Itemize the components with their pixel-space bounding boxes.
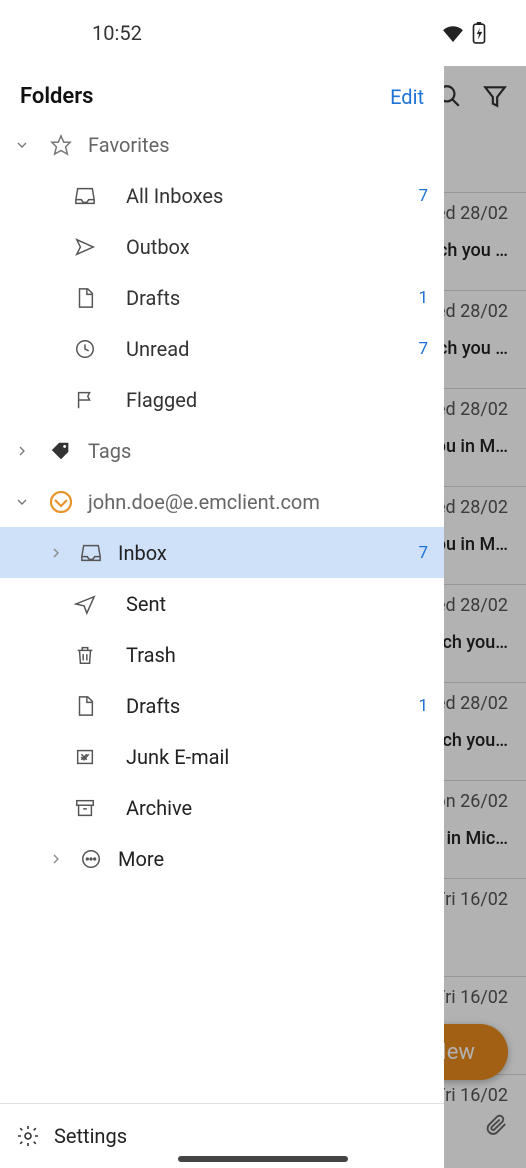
folder-label: Inbox <box>118 541 408 565</box>
account-folder-item[interactable]: Drafts1 <box>0 680 444 731</box>
account-email: john.doe@e.emclient.com <box>88 490 428 514</box>
favorites-item[interactable]: Outbox <box>0 221 444 272</box>
drafts-icon <box>74 287 120 309</box>
status-icons <box>442 22 486 44</box>
folder-count: 7 <box>408 543 428 563</box>
account-icon <box>44 490 78 514</box>
more-icon <box>74 848 108 870</box>
settings-label: Settings <box>54 1124 127 1148</box>
gear-icon <box>16 1124 40 1148</box>
chevron-right-icon <box>0 545 74 561</box>
folder-label: Trash <box>126 643 408 667</box>
favorites-label: Favorites <box>88 133 428 157</box>
folder-count: 7 <box>408 339 428 359</box>
star-icon <box>44 134 78 156</box>
folder-label: Outbox <box>126 235 408 259</box>
folder-label: More <box>118 847 408 871</box>
folder-label: Flagged <box>126 388 408 412</box>
outbox-icon <box>74 236 120 258</box>
folder-count: 7 <box>408 186 428 206</box>
folder-label: Drafts <box>126 286 408 310</box>
battery-icon <box>472 22 486 44</box>
folder-label: Unread <box>126 337 408 361</box>
edit-button[interactable]: Edit <box>390 85 424 109</box>
folder-label: All Inboxes <box>126 184 408 208</box>
drafts-icon <box>74 695 120 717</box>
inbox-icon <box>74 185 120 207</box>
favorites-item[interactable]: Flagged <box>0 374 444 425</box>
folder-label: Drafts <box>126 694 408 718</box>
tag-icon <box>44 440 78 462</box>
account-folder-item[interactable]: Junk E-mail <box>0 731 444 782</box>
folder-count: 1 <box>408 696 428 716</box>
favorites-item[interactable]: Unread7 <box>0 323 444 374</box>
chevron-down-icon <box>0 494 44 510</box>
account-folder-item[interactable]: Trash <box>0 629 444 680</box>
chevron-down-icon <box>0 137 44 153</box>
drawer-title: Folders <box>20 84 94 109</box>
favorites-item[interactable]: Drafts1 <box>0 272 444 323</box>
archive-icon <box>74 797 120 819</box>
account-folder-item[interactable]: Inbox7 <box>0 527 444 578</box>
sent-icon <box>74 593 120 615</box>
account-section[interactable]: john.doe@e.emclient.com <box>0 476 444 527</box>
flagged-icon <box>74 389 120 411</box>
chevron-right-icon <box>0 443 44 459</box>
account-folder-item[interactable]: More <box>0 833 444 884</box>
chevron-right-icon <box>0 851 74 867</box>
wifi-icon <box>442 24 464 42</box>
folder-label: Archive <box>126 796 408 820</box>
inbox-icon <box>74 542 108 564</box>
folder-count: 1 <box>408 288 428 308</box>
clock: 10:52 <box>92 21 142 45</box>
junk-icon <box>74 746 120 768</box>
status-bar: 10:52 <box>0 0 526 66</box>
folder-drawer: Folders Edit Favorites All Inboxes7Outbo… <box>0 66 444 1168</box>
home-indicator[interactable] <box>178 1156 348 1162</box>
unread-icon <box>74 338 120 360</box>
favorites-section[interactable]: Favorites <box>0 119 444 170</box>
favorites-item[interactable]: All Inboxes7 <box>0 170 444 221</box>
trash-icon <box>74 644 120 666</box>
tags-label: Tags <box>88 439 428 463</box>
account-folder-item[interactable]: Archive <box>0 782 444 833</box>
folder-label: Junk E-mail <box>126 745 408 769</box>
account-folder-item[interactable]: Sent <box>0 578 444 629</box>
folder-label: Sent <box>126 592 408 616</box>
tags-section[interactable]: Tags <box>0 425 444 476</box>
